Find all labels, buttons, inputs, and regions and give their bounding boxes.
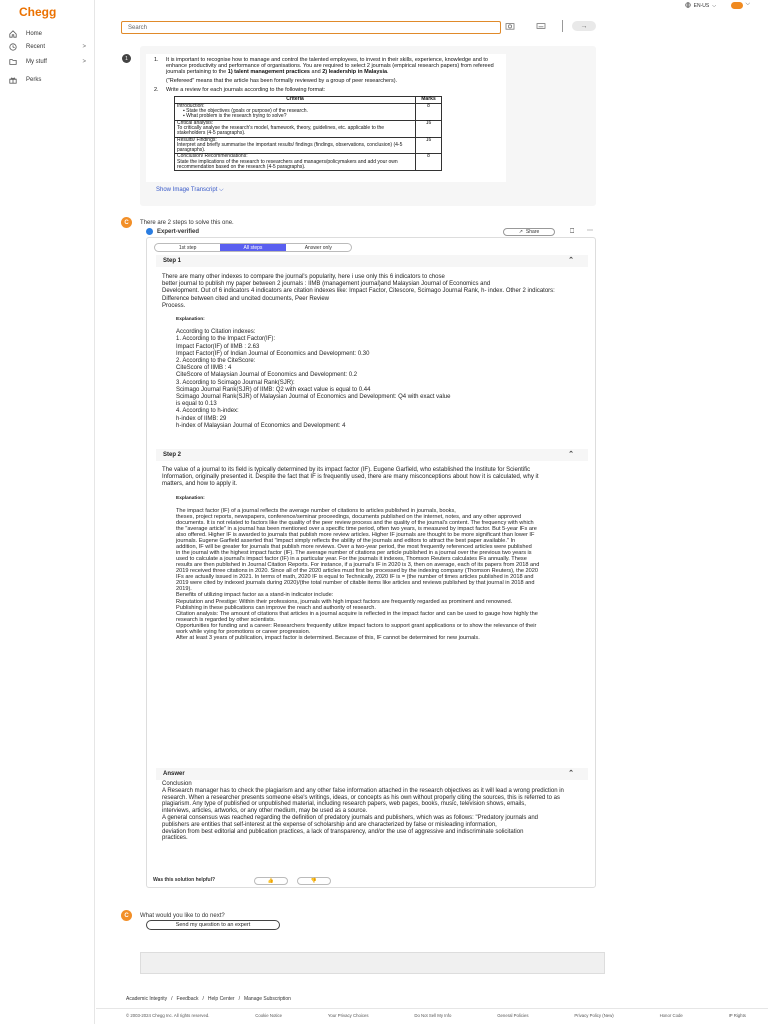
question-image: 1. It is important to recognise how to m…: [146, 54, 506, 182]
sidebar-item-home[interactable]: Home: [8, 28, 92, 40]
thumbs-down-button[interactable]: 👎: [297, 877, 331, 885]
sidebar-item-label: Recent: [26, 44, 46, 50]
share-icon: ↗: [518, 229, 523, 235]
step-1-body: There are many other indexes to compare …: [162, 274, 582, 430]
chevron-up-icon: ⌃: [568, 257, 574, 264]
footer-link[interactable]: Privacy Policy (New): [574, 1013, 613, 1018]
gift-icon: [8, 76, 18, 84]
explanation-label: Explanation:: [176, 317, 205, 323]
table-row: Introduction: ▪ State the objectives (goa…: [174, 102, 442, 121]
sidebar-item-label: Home: [26, 31, 43, 37]
chegg-badge-icon: C: [121, 217, 132, 228]
answer-body: Conclusion A Research manager has to che…: [162, 781, 582, 842]
sidebar-item-perks[interactable]: Perks: [8, 74, 92, 86]
item-number: 2.: [154, 87, 159, 94]
divider: [562, 20, 563, 32]
sidebar-item-my-stuff[interactable]: My stuff >: [8, 56, 92, 68]
thumbs-down-icon: 👎: [310, 878, 318, 884]
share-button[interactable]: ↗ Share: [503, 228, 555, 236]
folder-icon: [8, 58, 18, 66]
chegg-logo[interactable]: Chegg: [19, 5, 56, 19]
footer-link[interactable]: IP Rights: [729, 1013, 746, 1018]
step-1-header[interactable]: Step 1 ⌃: [156, 255, 588, 267]
sidebar: Chegg Home Recent > My stuff > Perks: [0, 0, 95, 1024]
step-view-tabs: 1st step All steps Answer only: [154, 243, 352, 252]
globe-icon: [684, 2, 691, 10]
show-transcript-link[interactable]: Show Image Transcript ⌵: [156, 187, 224, 194]
clock-icon: [8, 43, 18, 51]
footer-link[interactable]: Help Center: [208, 996, 235, 1002]
step-2-header[interactable]: Step 2 ⌃: [156, 449, 588, 461]
chevron-up-icon: ⌃: [568, 451, 574, 458]
item-number: 1.: [154, 57, 159, 63]
verified-icon: [146, 228, 153, 235]
tab-all-steps[interactable]: All steps: [220, 244, 286, 251]
step-2-body: The value of a journal to its field is t…: [162, 467, 582, 641]
question-item-1: It is important to recognise how to mana…: [166, 57, 494, 76]
more-icon[interactable]: ⋯: [587, 227, 593, 234]
criteria-table: Criteria Marks Introduction: ▪ State the …: [174, 96, 442, 172]
language-selector[interactable]: EN-US ⌵: [684, 2, 716, 10]
sidebar-item-recent[interactable]: Recent >: [8, 41, 92, 53]
table-row: Conclusion/ Recommendations: State the im…: [174, 153, 442, 172]
expert-verified: Expert-verified: [146, 228, 199, 235]
top-bar: EN-US ⌵ ⌵: [96, 0, 768, 20]
footer-link[interactable]: Cookie Notice: [255, 1013, 282, 1018]
footer-link[interactable]: Your Privacy Choices: [328, 1013, 369, 1018]
bookmark-icon[interactable]: ⎕: [570, 228, 574, 236]
explanation-label: Explanation:: [176, 495, 205, 501]
question-item-2: Write a review for each journals accordi…: [166, 87, 326, 94]
arrow-right-icon: →: [580, 22, 588, 30]
thumbs-up-button[interactable]: 👍: [254, 877, 288, 885]
chegg-badge-icon: C: [121, 910, 132, 921]
chevron-down-icon: ⌵: [712, 3, 716, 9]
step-1-explanation: According to Citation indexes: 1. Accord…: [176, 329, 451, 429]
keyboard-icon[interactable]: [535, 21, 547, 31]
tab-answer-only[interactable]: Answer only: [286, 244, 351, 251]
camera-icon[interactable]: [504, 21, 516, 31]
footer-link[interactable]: Academic Integrity: [126, 996, 167, 1002]
question-badge: 1: [122, 54, 131, 63]
footer-links: Academic Integrity / Feedback / Help Cen…: [126, 996, 291, 1002]
footer-bottom: © 2003-2024 Chegg Inc. All rights reserv…: [126, 1013, 746, 1018]
table-row: Results/ Findings: Interpret and briefly …: [174, 136, 442, 155]
refereed-note: ("Refereed" means that the article has b…: [166, 78, 398, 85]
thumbs-up-icon: 👍: [267, 878, 275, 884]
chevron-up-icon: ⌃: [568, 770, 574, 777]
steps-intro: C There are 2 steps to solve this one.: [121, 217, 234, 228]
send-to-expert-button[interactable]: Send my question to an expert: [146, 920, 280, 930]
footer-link[interactable]: Feedback: [177, 996, 199, 1002]
tab-1st-step[interactable]: 1st step: [155, 244, 220, 251]
chevron-right-icon: >: [82, 59, 86, 65]
language-label: EN-US: [693, 3, 710, 9]
step-2-paragraph: The value of a journal to its field is t…: [162, 467, 539, 488]
table-row: Critical analysis: To critically analyse …: [174, 119, 442, 138]
step-2-explanation: The impact factor (IF) of a journal refl…: [176, 507, 540, 641]
chevron-right-icon: >: [82, 44, 86, 50]
avatar[interactable]: [731, 2, 743, 9]
chevron-down-icon: ⌵: [219, 187, 224, 193]
footer-link[interactable]: Honor Code: [660, 1013, 683, 1018]
divider: [96, 1008, 768, 1009]
helpful-prompt: Was this solution helpful?: [153, 877, 216, 883]
footer-link[interactable]: Manage Subscription: [244, 996, 291, 1002]
search-submit-button[interactable]: →: [572, 21, 596, 31]
step-1-paragraph: There are many other indexes to compare …: [162, 274, 555, 309]
answer-text: Conclusion A Research manager has to che…: [162, 781, 564, 842]
home-icon: [8, 30, 18, 38]
search-input[interactable]: Search: [121, 21, 501, 34]
sidebar-item-label: My stuff: [26, 59, 47, 65]
footer-link[interactable]: Do Not Sell My Info: [414, 1013, 451, 1018]
ad-placeholder: [140, 952, 605, 974]
copyright: © 2003-2024 Chegg Inc. All rights reserv…: [126, 1013, 210, 1018]
chevron-down-icon[interactable]: ⌵: [745, 1, 750, 8]
sidebar-item-label: Perks: [26, 77, 42, 83]
footer-link[interactable]: General Policies: [497, 1013, 528, 1018]
answer-header[interactable]: Answer ⌃: [156, 768, 588, 780]
